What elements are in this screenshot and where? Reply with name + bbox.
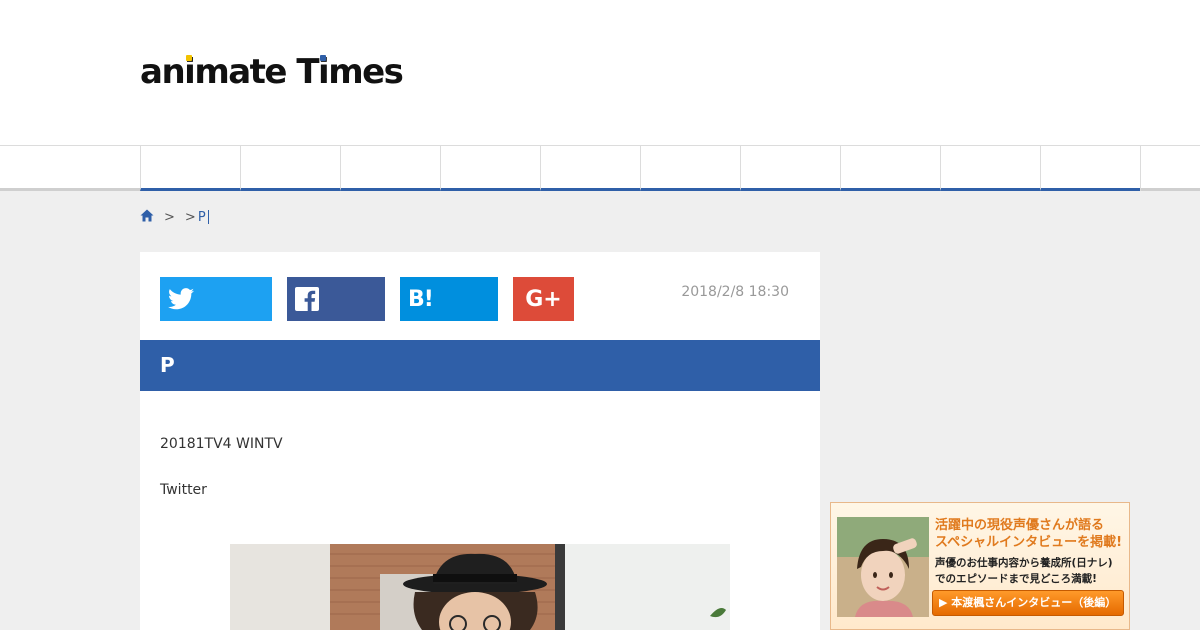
site-header: animate Times [0,0,1200,145]
nav-divider [1140,146,1141,191]
breadcrumb-current: P [197,209,206,225]
nav-item[interactable] [940,146,1040,191]
hatena-bookmark-button[interactable]: B! [400,277,498,321]
hatena-icon: B! [408,286,434,312]
facebook-share-button[interactable] [287,277,385,321]
nav-item[interactable] [840,146,940,191]
article-title: P [140,340,820,391]
breadcrumb-separator: > [184,209,196,225]
banner-headline-line: 活躍中の現役声優さんが語る [935,518,1105,533]
twitter-icon [168,288,194,310]
twitter-share-button[interactable] [160,277,272,321]
main-nav [0,145,1200,191]
nav-item[interactable] [440,146,540,191]
banner-headline: 活躍中の現役声優さんが語る スペシャルインタビューを掲載! [935,517,1122,551]
logo-text: mes [328,52,404,92]
interview-banner[interactable]: 活躍中の現役声優さんが語る スペシャルインタビューを掲載! 声優のお仕事内容から… [830,502,1130,630]
article-card: B! G+ 2018/2/8 18:30 P 20181TV4 WINTV Tw… [140,252,820,630]
article-paragraph: Twitter [160,482,207,498]
google-plus-share-button[interactable]: G+ [513,277,574,321]
nav-item[interactable] [540,146,640,191]
nav-item[interactable] [140,146,240,191]
publish-date: 2018/2/8 18:30 [681,284,789,300]
article-photo [230,544,730,630]
logo-text: i [318,52,330,92]
banner-subtext: 声優のお仕事内容から養成所(日ナレ) でのエピソードまで見どころ満載! [935,555,1113,587]
facebook-icon [295,287,319,311]
google-plus-icon: G+ [525,286,562,312]
home-icon[interactable] [140,209,154,226]
breadcrumb: > > P [140,208,209,226]
banner-subtext-line: でのエピソードまで見どころ満載! [935,573,1097,585]
logo-text: i [184,52,196,92]
nav-item[interactable] [240,146,340,191]
article-paragraph: 20181TV4 WINTV [160,436,283,452]
interview-link-button[interactable]: ▶ 本渡楓さんインタビュー（後編） [932,590,1124,616]
breadcrumb-separator: > [164,209,175,225]
nav-item[interactable] [340,146,440,191]
logo-text: an [140,52,186,92]
banner-subtext-line: 声優のお仕事内容から養成所(日ナレ) [935,557,1113,569]
nav-item[interactable] [740,146,840,191]
nav-item[interactable] [1040,146,1140,191]
logo-text: mate T [194,52,319,92]
banner-headline-line: スペシャルインタビューを掲載! [935,535,1123,550]
nav-item[interactable] [640,146,740,191]
site-logo[interactable]: animate Times [140,52,404,92]
text-caret [207,210,209,224]
banner-photo [837,517,929,617]
